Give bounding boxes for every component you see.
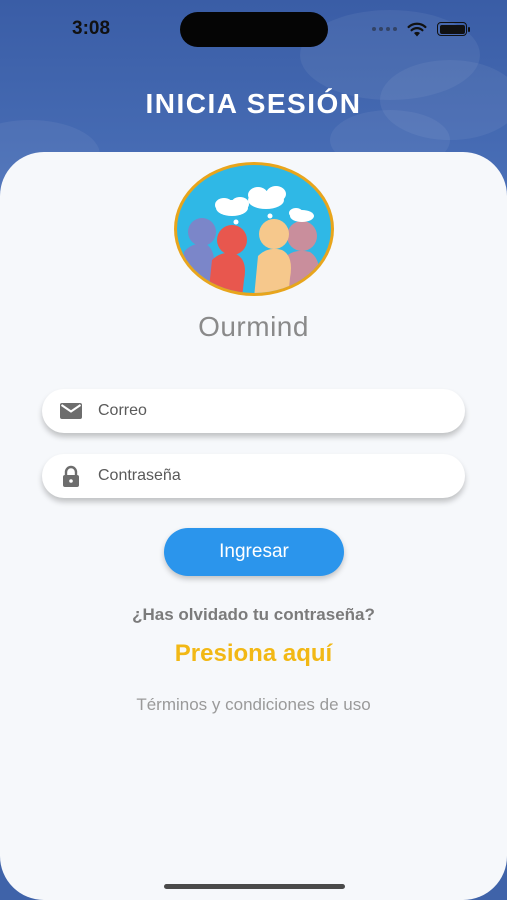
dynamic-island	[180, 12, 328, 47]
email-input[interactable]	[98, 389, 448, 433]
forgot-password-text: ¿Has olvidado tu contraseña?	[132, 605, 375, 624]
status-bar: 3:08	[0, 0, 507, 58]
ourmind-logo	[174, 162, 334, 296]
home-indicator[interactable]	[164, 884, 345, 889]
mail-icon	[60, 403, 82, 419]
status-time: 3:08	[72, 18, 111, 39]
status-icons	[372, 20, 470, 38]
battery-icon	[437, 22, 470, 36]
brand-name: Ourmind	[198, 311, 309, 342]
page-title: INICIA SESIÓN	[145, 88, 362, 119]
password-input[interactable]	[98, 454, 448, 498]
press-here-link[interactable]: Presiona aquí	[0, 640, 507, 668]
submit-button[interactable]: Ingresar	[164, 528, 344, 576]
terms-link[interactable]: Términos y condiciones de uso	[0, 695, 507, 715]
wifi-icon	[407, 22, 427, 36]
signal-dots-icon	[372, 27, 397, 31]
password-field[interactable]	[42, 454, 465, 498]
lock-icon	[63, 465, 79, 487]
email-field[interactable]	[42, 389, 465, 433]
